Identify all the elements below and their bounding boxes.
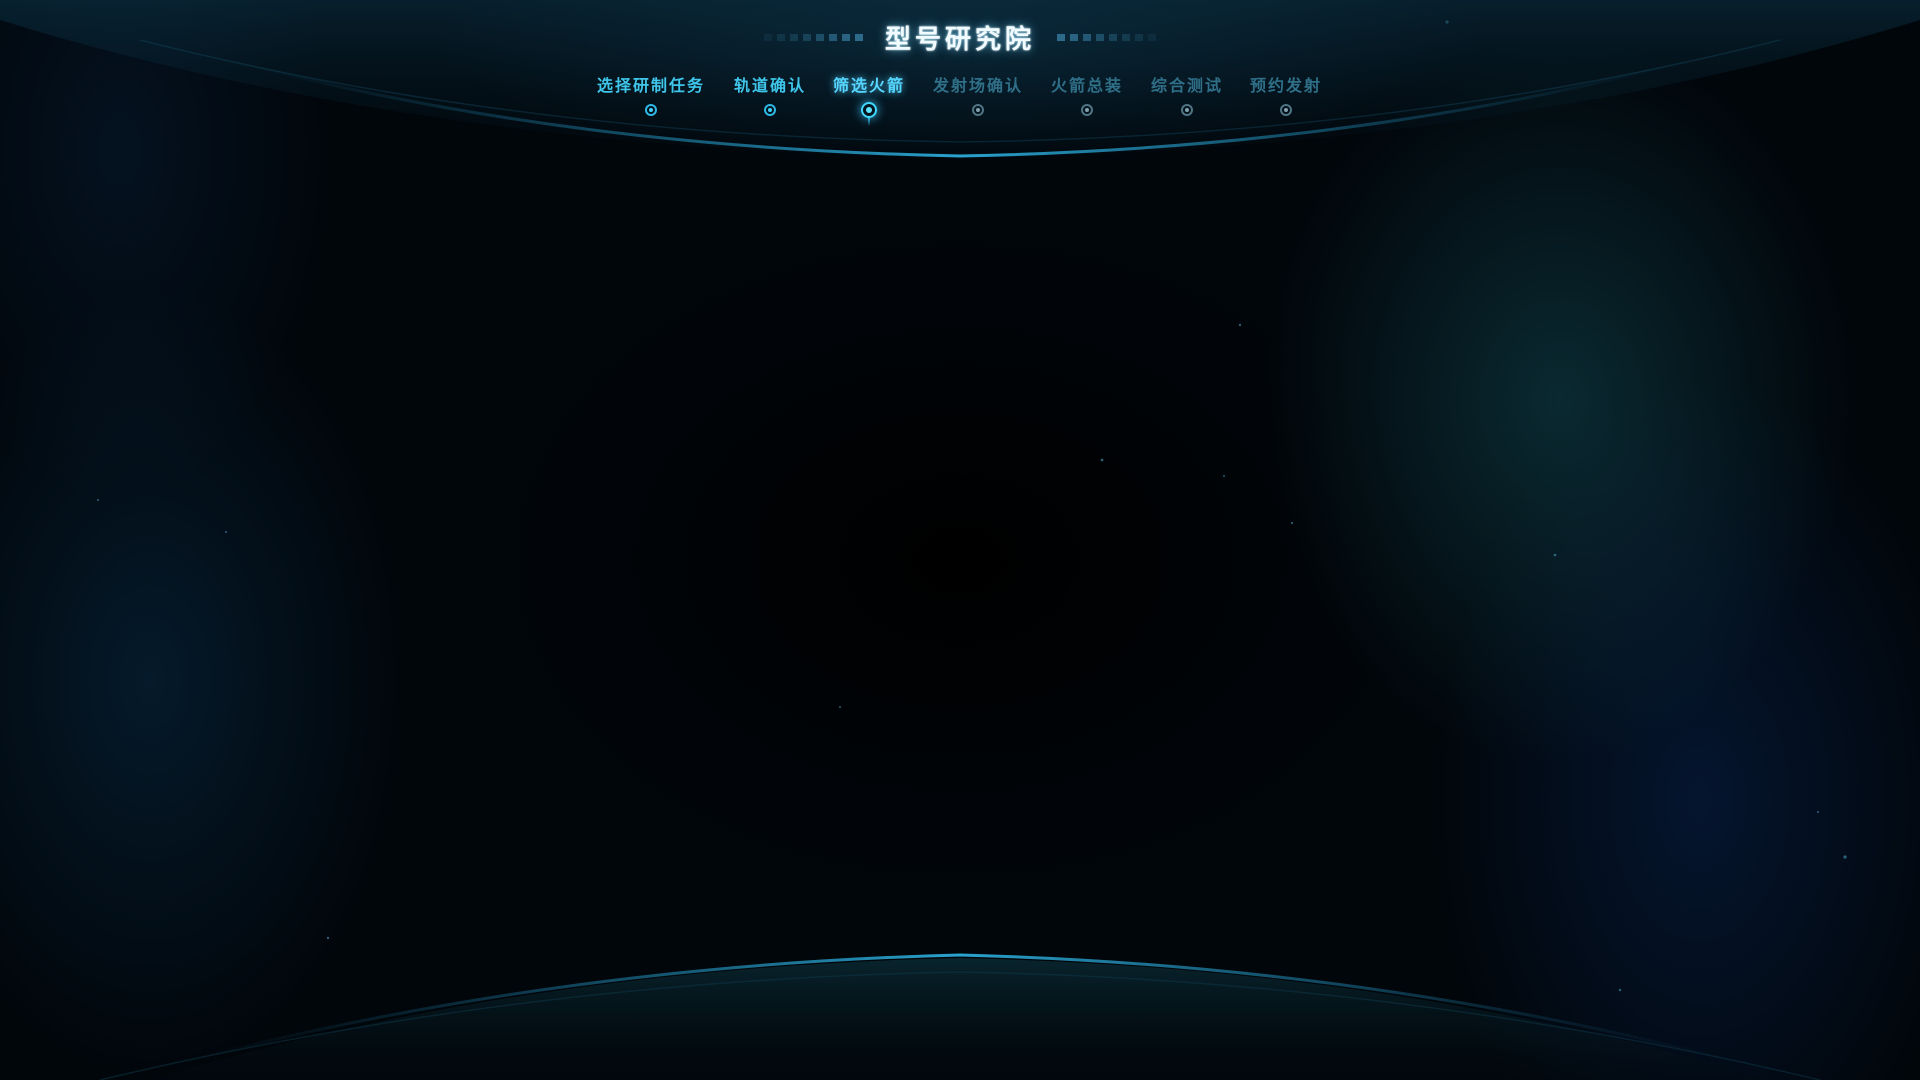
step-label: 预约发射 <box>1249 76 1323 95</box>
step-schedule-launch[interactable]: 预约发射 <box>1250 74 1322 116</box>
step-label: 筛选火箭 <box>832 76 906 95</box>
step-dot-active-icon <box>860 102 877 118</box>
stage-background: 型号研究院 选择研制任务 轨道确认 筛选火箭 发射场确认 火箭总装 综合测试 预… <box>0 0 1920 1080</box>
step-launch-site-confirm[interactable]: 发射场确认 <box>933 74 1023 116</box>
step-label: 发射场确认 <box>932 76 1024 95</box>
title-decoration-right <box>1057 33 1156 41</box>
step-label: 火箭总装 <box>1050 76 1124 95</box>
step-orbit-confirm[interactable]: 轨道确认 <box>734 74 806 116</box>
page-title: 型号研究院 <box>884 24 1035 55</box>
step-dot-icon <box>971 104 984 116</box>
step-label: 综合测试 <box>1150 76 1224 95</box>
step-label: 选择研制任务 <box>596 76 706 95</box>
step-dot-icon <box>1180 104 1193 116</box>
title-decoration-left <box>763 33 863 41</box>
step-dot-icon <box>763 104 776 116</box>
header: 型号研究院 <box>0 14 1920 60</box>
step-dot-icon <box>644 104 657 116</box>
step-filter-rocket[interactable]: 筛选火箭 <box>833 74 905 126</box>
frame-decoration <box>0 0 1920 1080</box>
step-rocket-assembly[interactable]: 火箭总装 <box>1051 74 1123 116</box>
step-progress-nav: 选择研制任务 轨道确认 筛选火箭 发射场确认 火箭总装 综合测试 预约发射 <box>0 74 1920 134</box>
step-dot-icon <box>1279 104 1292 116</box>
step-integrated-test[interactable]: 综合测试 <box>1151 74 1223 116</box>
step-select-task[interactable]: 选择研制任务 <box>597 74 705 116</box>
step-dot-icon <box>1080 104 1093 116</box>
step-label: 轨道确认 <box>733 76 807 95</box>
